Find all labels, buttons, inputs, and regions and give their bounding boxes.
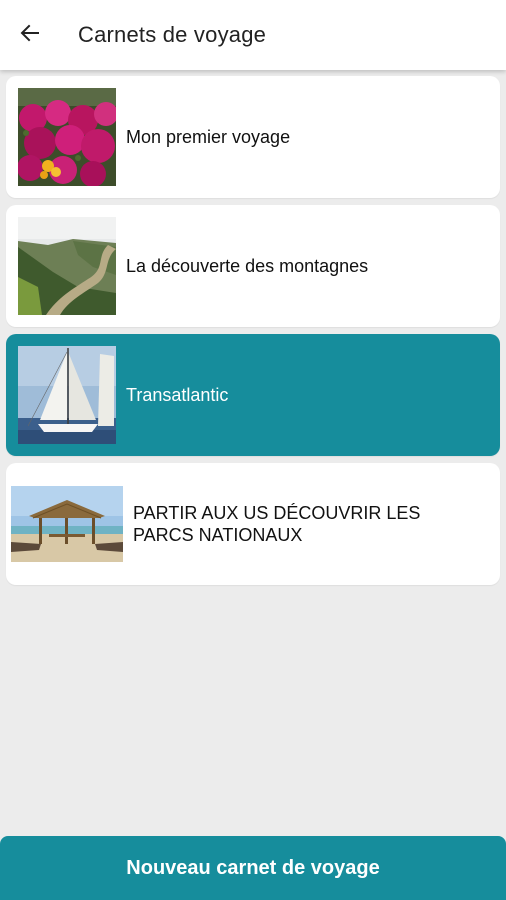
app-bar: Carnets de voyage (0, 0, 506, 70)
carnet-item[interactable]: La découverte des montagnes (6, 205, 500, 327)
back-button[interactable] (0, 0, 60, 70)
carnet-label: Mon premier voyage (126, 127, 291, 147)
river-valley-photo (18, 217, 116, 315)
page-title: Carnets de voyage (78, 22, 267, 47)
sailboat-photo (18, 346, 116, 444)
carnet-label: PARTIR AUX US DÉCOUVRIR LES PARCS NATION… (133, 503, 421, 545)
carnet-item[interactable]: PARTIR AUX US DÉCOUVRIR LES PARCS NATION… (6, 463, 500, 585)
carnet-item[interactable]: Mon premier voyage (6, 76, 500, 198)
carnet-item-selected[interactable]: Transatlantic (6, 334, 500, 456)
arrow-left-icon (20, 23, 40, 48)
carnet-list: Mon premier voyage La découverte des mon… (0, 70, 506, 592)
beach-hut-photo (11, 475, 123, 573)
carnet-label: La découverte des montagnes (126, 256, 369, 276)
flowers-photo (18, 88, 116, 186)
carnet-label: Transatlantic (126, 385, 229, 405)
new-carnet-button[interactable]: Nouveau carnet de voyage (0, 836, 506, 900)
